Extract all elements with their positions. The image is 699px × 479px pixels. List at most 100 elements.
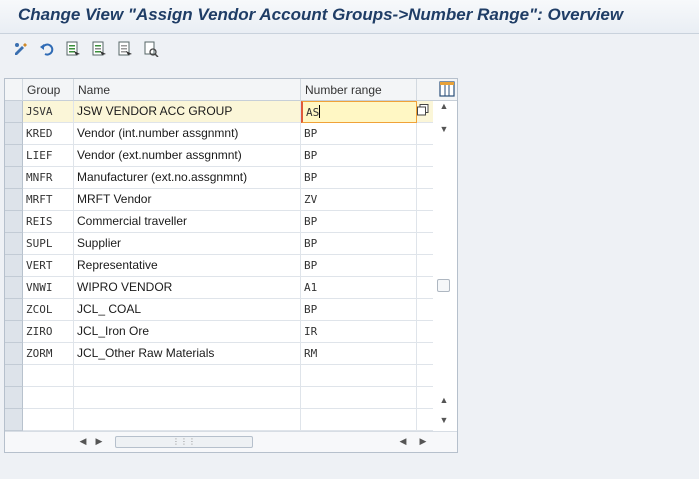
name-cell: JCL_Iron Ore <box>74 321 301 343</box>
row-selector[interactable] <box>5 189 23 211</box>
value-help-icon[interactable] <box>417 104 429 116</box>
vertical-scrollbar[interactable]: ▲ ▼ ▲ ▼ <box>433 101 455 431</box>
row-selector[interactable] <box>5 123 23 145</box>
row-filler <box>417 233 433 255</box>
table-settings-icon[interactable] <box>439 81 455 97</box>
column-header-group[interactable]: Group <box>23 79 74 101</box>
row-filler <box>417 277 433 299</box>
group-cell: JSVA <box>23 101 74 123</box>
group-cell: MRFT <box>23 189 74 211</box>
row-filler <box>417 409 433 431</box>
row-selector[interactable] <box>5 101 23 123</box>
row-filler <box>417 189 433 211</box>
column-header-name[interactable]: Name <box>74 79 301 101</box>
row-filler <box>417 123 433 145</box>
group-cell: KRED <box>23 123 74 145</box>
name-cell: JCL_Other Raw Materials <box>74 343 301 365</box>
row-selector[interactable] <box>5 299 23 321</box>
display-change-icon[interactable] <box>12 40 30 58</box>
scroll-right-end-icon[interactable]: ▶ <box>417 436 429 446</box>
row-selector[interactable] <box>5 167 23 189</box>
group-cell: SUPL <box>23 233 74 255</box>
group-cell <box>23 387 74 409</box>
undo-icon[interactable] <box>38 40 56 58</box>
horizontal-scroll-thumb[interactable]: ⋮⋮⋮ <box>115 436 253 448</box>
name-cell: Supplier <box>74 233 301 255</box>
select-all-icon[interactable] <box>64 40 82 58</box>
number-range-input[interactable]: ZV <box>301 189 417 211</box>
scroll-right-icon[interactable]: ▶ <box>93 436 105 446</box>
number-range-input[interactable]: BP <box>301 123 417 145</box>
name-cell <box>74 365 301 387</box>
row-selector[interactable] <box>5 409 23 431</box>
table-control: Group Name Number range JSVA JSW VENDOR A… <box>4 78 458 453</box>
application-toolbar <box>0 34 699 66</box>
scroll-page-up-icon[interactable]: ▲ <box>438 395 450 405</box>
print-icon[interactable] <box>142 40 160 58</box>
name-cell: Manufacturer (ext.no.assgnmnt) <box>74 167 301 189</box>
group-cell: LIEF <box>23 145 74 167</box>
horizontal-scrollbar[interactable]: ◀ ▶ ⋮⋮⋮ ◀ ▶ <box>5 431 457 452</box>
row-filler <box>417 365 433 387</box>
name-cell: Vendor (ext.number assgnmnt) <box>74 145 301 167</box>
scroll-thumb[interactable] <box>437 279 450 292</box>
row-filler <box>417 299 433 321</box>
deselect-all-icon[interactable] <box>116 40 134 58</box>
row-selector[interactable] <box>5 233 23 255</box>
scroll-up-icon[interactable]: ▲ <box>438 101 450 111</box>
column-header-number-range[interactable]: Number range <box>301 79 417 101</box>
group-cell: MNFR <box>23 167 74 189</box>
scroll-page-down-icon[interactable]: ▼ <box>438 415 450 425</box>
row-filler <box>417 387 433 409</box>
number-range-input[interactable] <box>301 409 417 431</box>
number-range-input[interactable]: IR <box>301 321 417 343</box>
page-title: Change View "Assign Vendor Account Group… <box>18 5 624 24</box>
name-cell <box>74 387 301 409</box>
number-range-input[interactable] <box>301 387 417 409</box>
row-selector[interactable] <box>5 255 23 277</box>
number-range-input[interactable]: BP <box>301 145 417 167</box>
row-filler <box>417 167 433 189</box>
name-cell: Representative <box>74 255 301 277</box>
number-range-input[interactable]: BP <box>301 299 417 321</box>
row-selector[interactable] <box>5 211 23 233</box>
name-cell: MRFT Vendor <box>74 189 301 211</box>
row-filler <box>417 343 433 365</box>
row-selector[interactable] <box>5 321 23 343</box>
number-range-input[interactable]: AS <box>301 101 417 123</box>
number-range-input[interactable]: BP <box>301 255 417 277</box>
row-selector[interactable] <box>5 145 23 167</box>
number-range-input[interactable]: BP <box>301 233 417 255</box>
number-range-input[interactable]: BP <box>301 211 417 233</box>
scroll-down-icon[interactable]: ▼ <box>438 124 450 134</box>
name-cell: JCL_ COAL <box>74 299 301 321</box>
number-range-input[interactable]: RM <box>301 343 417 365</box>
number-range-input[interactable]: A1 <box>301 277 417 299</box>
title-bar: Change View "Assign Vendor Account Group… <box>0 0 699 34</box>
scroll-left-end-icon[interactable]: ◀ <box>397 436 409 446</box>
row-selector[interactable] <box>5 365 23 387</box>
number-range-input[interactable] <box>301 365 417 387</box>
row-selector[interactable] <box>5 343 23 365</box>
name-cell <box>74 409 301 431</box>
row-filler <box>417 211 433 233</box>
group-cell: ZIRO <box>23 321 74 343</box>
name-cell: JSW VENDOR ACC GROUP <box>74 101 301 123</box>
select-all-rows-corner[interactable] <box>5 79 23 101</box>
scroll-left-icon[interactable]: ◀ <box>77 436 89 446</box>
text-cursor <box>319 105 321 118</box>
row-filler <box>417 145 433 167</box>
group-cell: VNWI <box>23 277 74 299</box>
row-filler <box>417 255 433 277</box>
row-selector[interactable] <box>5 277 23 299</box>
group-cell <box>23 409 74 431</box>
group-cell: ZCOL <box>23 299 74 321</box>
name-cell: Commercial traveller <box>74 211 301 233</box>
select-block-icon[interactable] <box>90 40 108 58</box>
number-range-input[interactable]: BP <box>301 167 417 189</box>
group-cell: VERT <box>23 255 74 277</box>
group-cell: ZORM <box>23 343 74 365</box>
name-cell: Vendor (int.number assgnmnt) <box>74 123 301 145</box>
group-cell <box>23 365 74 387</box>
row-selector[interactable] <box>5 387 23 409</box>
